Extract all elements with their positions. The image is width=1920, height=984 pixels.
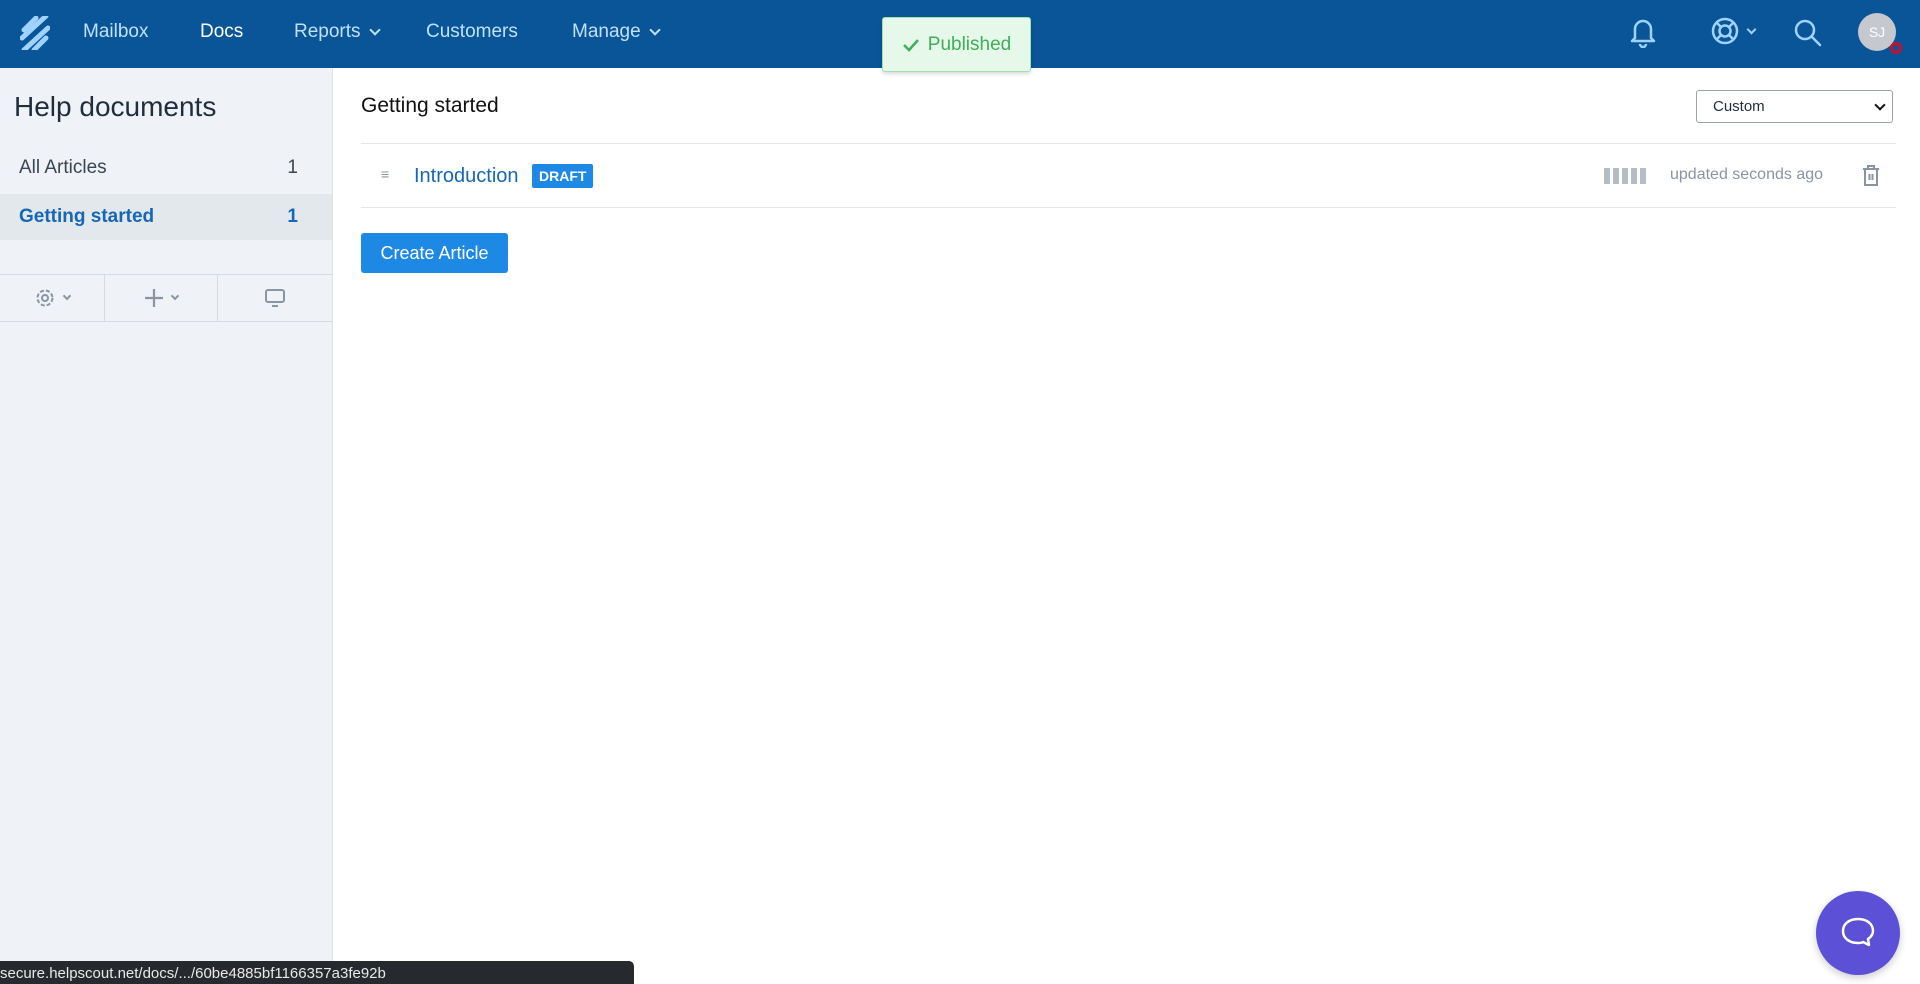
article-row: ≡ Introduction DRAFT updated seconds ago	[361, 143, 1896, 208]
chevron-down-icon	[649, 24, 661, 36]
nav-label: Reports	[294, 21, 361, 42]
helpscout-logo-icon[interactable]	[20, 16, 50, 50]
avatar-initials: SJ	[1868, 24, 1886, 40]
plus-icon	[145, 289, 163, 307]
published-toast: Published	[882, 17, 1031, 72]
nav-label: Docs	[200, 21, 244, 42]
updated-timestamp: updated seconds ago	[1670, 166, 1824, 183]
add-menu-button[interactable]	[105, 275, 218, 321]
status-bar-url: secure.helpscout.net/docs/.../60be4885bf…	[0, 961, 634, 984]
monitor-icon	[265, 289, 285, 307]
avatar[interactable]: SJ	[1858, 13, 1902, 54]
chevron-down-icon	[1874, 98, 1886, 111]
chevron-down-icon	[368, 24, 381, 36]
sidebar-item-getting-started[interactable]: Getting started 1	[0, 194, 332, 240]
beacon-chat-button[interactable]	[1816, 891, 1900, 975]
nav-label: Mailbox	[83, 21, 149, 42]
chat-bubble-icon	[1841, 917, 1875, 947]
trash-icon[interactable]	[1861, 164, 1881, 188]
check-icon	[902, 38, 919, 52]
preview-site-button[interactable]	[218, 275, 332, 321]
sidebar-title: Help documents	[14, 91, 217, 122]
lifebuoy-icon	[1711, 17, 1739, 45]
sidebar-item-count: 1	[287, 206, 298, 227]
sidebar-item-label: All Articles	[19, 157, 107, 178]
chevron-down-icon	[1746, 24, 1757, 34]
create-article-button[interactable]: Create Article	[361, 233, 508, 273]
views-bars-icon	[1604, 168, 1646, 184]
nav-docs[interactable]: Docs	[200, 21, 243, 43]
sidebar-item-count: 1	[287, 157, 298, 178]
article-title-link[interactable]: Introduction	[414, 165, 519, 188]
sidebar-item-label: Getting started	[19, 206, 155, 227]
gear-icon	[36, 289, 54, 307]
nav-label: Customers	[426, 21, 518, 42]
toast-text: Published	[927, 33, 1012, 55]
chevron-down-icon	[62, 291, 72, 301]
sort-select[interactable]: Custom	[1696, 90, 1893, 123]
status-badge: DRAFT	[532, 164, 594, 188]
nav-mailbox[interactable]: Mailbox	[83, 21, 148, 43]
settings-menu-button[interactable]	[0, 275, 105, 321]
sidebar-toolbar	[0, 274, 332, 322]
status-dot	[1890, 42, 1902, 54]
nav-reports[interactable]: Reports	[294, 21, 381, 43]
sort-select-value: Custom	[1713, 98, 1765, 115]
search-icon[interactable]	[1793, 18, 1823, 48]
nav-label: Manage	[572, 21, 641, 42]
nav-customers[interactable]: Customers	[426, 21, 518, 43]
nav-manage[interactable]: Manage	[572, 21, 661, 43]
drag-handle-icon[interactable]: ≡	[381, 166, 389, 182]
sidebar: Help documents All Articles 1 Getting sta…	[0, 68, 333, 984]
help-menu-button[interactable]	[1710, 16, 1757, 46]
bell-icon[interactable]	[1629, 16, 1657, 48]
page-title: Getting started	[361, 94, 499, 117]
sidebar-item-all-articles[interactable]: All Articles 1	[0, 145, 332, 191]
chevron-down-icon	[170, 291, 180, 301]
